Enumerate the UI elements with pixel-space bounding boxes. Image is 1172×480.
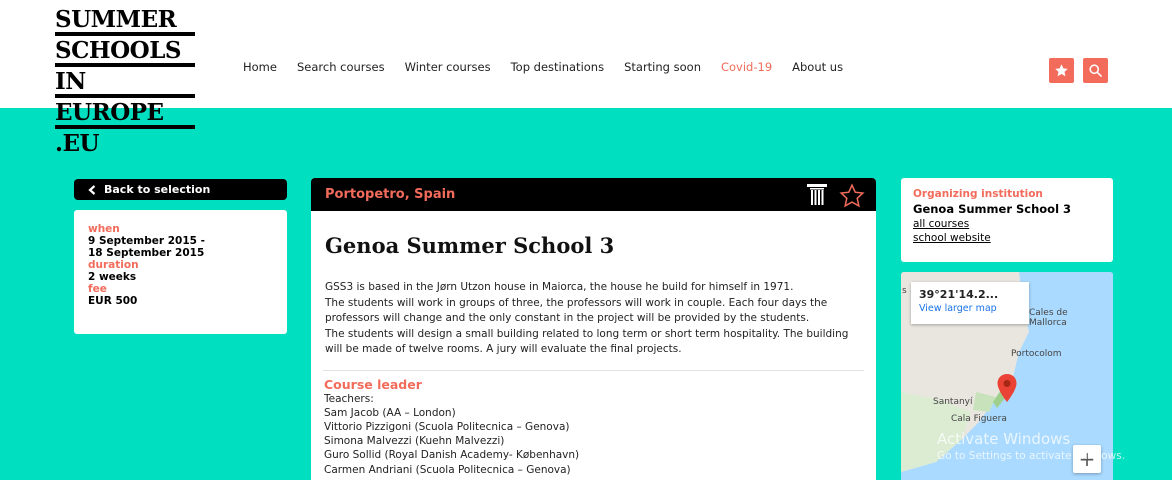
description-line: GSS3 is based in the Jørn Utzon house in… <box>325 281 794 293</box>
description-line: The students will design a small buildin… <box>325 327 849 340</box>
view-larger-map-link[interactable]: View larger map <box>919 303 1021 314</box>
favorite-star-icon[interactable] <box>839 183 865 209</box>
duration-label: duration <box>88 259 139 271</box>
all-courses-link[interactable]: all courses <box>913 217 1101 231</box>
logo-line-3: IN <box>55 68 86 95</box>
windows-activation-watermark: Activate Windows Go to Settings to activ… <box>937 430 1125 462</box>
back-to-selection-button[interactable]: Back to selection <box>74 179 287 200</box>
organizer-name: Genoa Summer School 3 <box>913 202 1072 216</box>
course-title: Genoa Summer School 3 <box>325 233 615 258</box>
nav-search-courses[interactable]: Search courses <box>297 60 385 74</box>
star-icon <box>1055 64 1068 77</box>
school-website-link[interactable]: school website <box>913 231 1101 245</box>
organizer-label: Organizing institution <box>913 188 1043 200</box>
teachers-list: Teachers: Sam Jacob (AA – London) Vittor… <box>324 392 876 477</box>
favorites-button[interactable] <box>1049 58 1074 83</box>
chevron-left-icon <box>88 184 96 195</box>
organizer-box: Organizing institution Genoa Summer Scho… <box>901 178 1113 262</box>
site-logo[interactable]: SUMMER SCHOOLS IN EUROPE .EU <box>55 8 197 155</box>
duration-value: 2 weeks <box>88 271 137 283</box>
teacher-item: Simona Malvezzi (Kuehn Malvezzi) <box>324 435 505 448</box>
nav-home[interactable]: Home <box>243 60 277 74</box>
nav-winter-courses[interactable]: Winter courses <box>405 60 491 74</box>
when-label: when <box>88 223 120 235</box>
nav-starting-soon[interactable]: Starting soon <box>624 60 701 74</box>
back-label: Back to selection <box>104 183 211 196</box>
when-value-end: 18 September 2015 <box>88 247 205 259</box>
column-icon <box>807 184 827 205</box>
teacher-item: Sam Jacob (AA – London) <box>324 406 456 419</box>
description-line: The students will work in groups of thre… <box>325 296 828 309</box>
nav-about-us[interactable]: About us <box>792 60 843 74</box>
fee-value: EUR 500 <box>88 295 138 307</box>
site-header: SUMMER SCHOOLS IN EUROPE .EU Home Search… <box>0 0 1172 155</box>
nav-covid-19[interactable]: Covid-19 <box>721 60 772 74</box>
course-card: Portopetro, Spain Genoa Summer School 3 … <box>311 178 876 480</box>
teacher-item: Guro Sollid (Royal Danish Academy- Køben… <box>324 449 580 462</box>
map-label: s <box>902 286 907 296</box>
map-label: Mallorca <box>1029 318 1067 328</box>
map-label: Santanyí <box>933 397 973 407</box>
logo-line-1: SUMMER <box>55 6 177 33</box>
divider <box>323 369 864 371</box>
course-info-box: when 9 September 2015 - 18 September 201… <box>74 210 287 334</box>
watermark-title: Activate Windows <box>937 430 1071 448</box>
search-icon <box>1089 64 1102 77</box>
course-location: Portopetro, Spain <box>325 187 456 202</box>
main-nav: Home Search courses Winter courses Top d… <box>243 60 863 74</box>
map-coordinates: 39°21'14.2... <box>919 288 999 301</box>
fee-label: fee <box>88 283 107 295</box>
description-line: professors will change and the only cons… <box>325 312 810 324</box>
teacher-item: Vittorio Pizzigoni (Scuola Politecnica –… <box>324 420 570 433</box>
map-label: Cala Figuera <box>951 414 1007 424</box>
when-value-start: 9 September 2015 - <box>88 235 205 247</box>
teachers-label: Teachers: <box>324 392 374 405</box>
location-pin-icon <box>997 374 1017 402</box>
logo-line-4: EUROPE <box>55 99 164 126</box>
course-leader-heading: Course leader <box>324 376 422 392</box>
teacher-item: Carmen Andriani (Scuola Politecnica – Ge… <box>324 463 571 476</box>
logo-line-5: .EU <box>55 130 100 157</box>
map-label: Cales de <box>1029 308 1068 318</box>
map-label: Portocolom <box>1011 349 1062 359</box>
course-description: GSS3 is based in the Jørn Utzon house in… <box>325 280 862 358</box>
course-card-header: Portopetro, Spain <box>311 178 876 211</box>
map-info-card: 39°21'14.2... View larger map <box>911 282 1029 324</box>
nav-top-destinations[interactable]: Top destinations <box>511 60 605 74</box>
search-button[interactable] <box>1083 58 1108 83</box>
logo-line-2: SCHOOLS <box>55 37 182 64</box>
watermark-subtitle: Go to Settings to activate Windows. <box>937 450 1126 462</box>
description-line: will be made of twelve rooms. A jury wil… <box>325 343 682 355</box>
